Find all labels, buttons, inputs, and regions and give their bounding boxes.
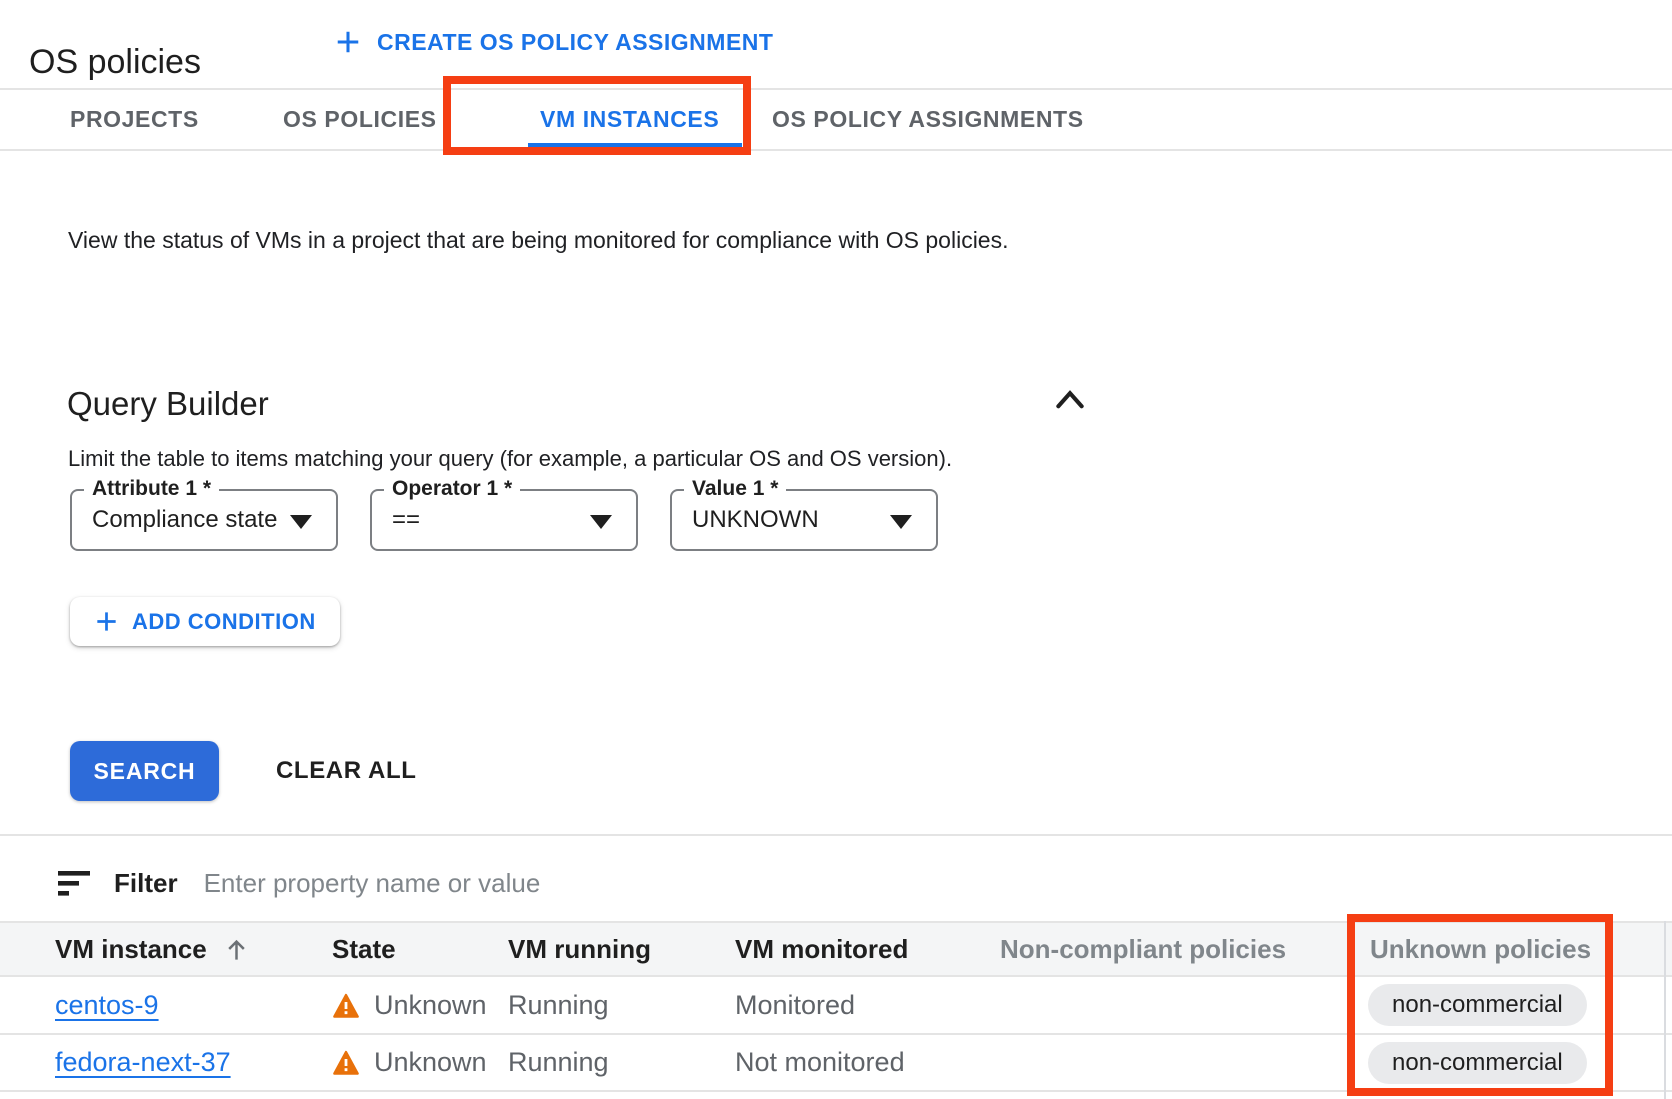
vm-running-cell: Running xyxy=(508,1047,735,1078)
section-divider xyxy=(0,834,1672,836)
query-builder-hint: Limit the table to items matching your q… xyxy=(68,446,952,472)
tab-bar: PROJECTS OS POLICIES VM INSTANCES OS POL… xyxy=(0,88,1672,151)
vm-instance-cell: centos-9 xyxy=(55,990,332,1021)
clear-all-button[interactable]: CLEAR ALL xyxy=(270,741,423,801)
column-header-vm-running: VM running xyxy=(508,934,735,965)
column-header-unknown-policies: Unknown policies xyxy=(1347,934,1672,965)
state-value: Unknown xyxy=(374,990,487,1021)
active-tab-underline xyxy=(528,143,742,149)
vm-monitored-cell: Monitored xyxy=(735,990,1000,1021)
table-header-row: VM instance State VM running VM monitore… xyxy=(0,921,1672,977)
operator-select[interactable]: Operator 1 * == xyxy=(370,489,638,551)
dropdown-caret-icon xyxy=(590,515,612,529)
vm-monitored-cell: Not monitored xyxy=(735,1047,1000,1078)
plus-icon xyxy=(334,28,362,56)
column-header-state: State xyxy=(332,934,508,965)
attribute-select[interactable]: Attribute 1 * Compliance state xyxy=(70,489,338,551)
policy-chip: non-commercial xyxy=(1368,1042,1587,1084)
filter-input[interactable] xyxy=(202,867,1062,900)
state-cell: Unknown xyxy=(332,1047,508,1078)
column-header-vm-monitored: VM monitored xyxy=(735,934,1000,965)
add-condition-button[interactable]: ADD CONDITION xyxy=(70,597,340,646)
value-select[interactable]: Value 1 * UNKNOWN xyxy=(670,489,938,551)
state-value: Unknown xyxy=(374,1047,487,1078)
create-button-label: CREATE OS POLICY ASSIGNMENT xyxy=(377,29,773,56)
vm-instance-link[interactable]: fedora-next-37 xyxy=(55,1047,231,1077)
attribute-select-value: Compliance state xyxy=(92,491,277,549)
tab-os-policy-assignments[interactable]: OS POLICY ASSIGNMENTS xyxy=(772,90,1084,149)
column-header-non-compliant-policies: Non-compliant policies xyxy=(1000,934,1347,965)
policy-chip: non-commercial xyxy=(1368,984,1587,1026)
plus-icon xyxy=(94,609,119,634)
unknown-policies-cell: non-commercial xyxy=(1347,984,1672,1026)
table-right-edge xyxy=(1664,921,1666,1099)
filter-bar: Filter xyxy=(58,852,1062,914)
chevron-up-icon xyxy=(1052,383,1088,415)
query-builder-title: Query Builder xyxy=(67,385,269,423)
unknown-policies-cell: non-commercial xyxy=(1347,1042,1672,1084)
dropdown-caret-icon xyxy=(290,515,312,529)
app-header: OS policies CREATE OS POLICY ASSIGNMENT xyxy=(0,0,1672,88)
tab-os-policies[interactable]: OS POLICIES xyxy=(283,90,437,149)
add-condition-label: ADD CONDITION xyxy=(132,609,316,635)
table-row: centos-9 Unknown Running Monitored non-c… xyxy=(0,977,1672,1035)
filter-label: Filter xyxy=(114,868,178,899)
page-title: OS policies xyxy=(29,43,201,82)
operator-select-value: == xyxy=(392,491,420,549)
vm-instances-table: VM instance State VM running VM monitore… xyxy=(0,921,1672,1092)
column-header-vm-instance[interactable]: VM instance xyxy=(55,934,332,965)
vm-instance-link[interactable]: centos-9 xyxy=(55,990,159,1020)
page-description: View the status of VMs in a project that… xyxy=(68,217,1068,263)
search-button[interactable]: SEARCH xyxy=(70,741,219,801)
warning-icon xyxy=(332,993,360,1018)
create-os-policy-assignment-button[interactable]: CREATE OS POLICY ASSIGNMENT xyxy=(328,20,779,64)
value-select-value: UNKNOWN xyxy=(692,491,819,549)
dropdown-caret-icon xyxy=(890,515,912,529)
table-row: fedora-next-37 Unknown Running Not monit… xyxy=(0,1035,1672,1092)
tab-vm-instances[interactable]: VM INSTANCES xyxy=(540,90,719,149)
sort-ascending-icon xyxy=(223,936,250,963)
vm-running-cell: Running xyxy=(508,990,735,1021)
warning-icon xyxy=(332,1050,360,1075)
query-builder-collapse-button[interactable] xyxy=(1050,382,1090,418)
state-cell: Unknown xyxy=(332,990,508,1021)
filter-icon xyxy=(58,871,90,896)
vm-instance-cell: fedora-next-37 xyxy=(55,1047,332,1078)
tab-projects[interactable]: PROJECTS xyxy=(70,90,199,149)
